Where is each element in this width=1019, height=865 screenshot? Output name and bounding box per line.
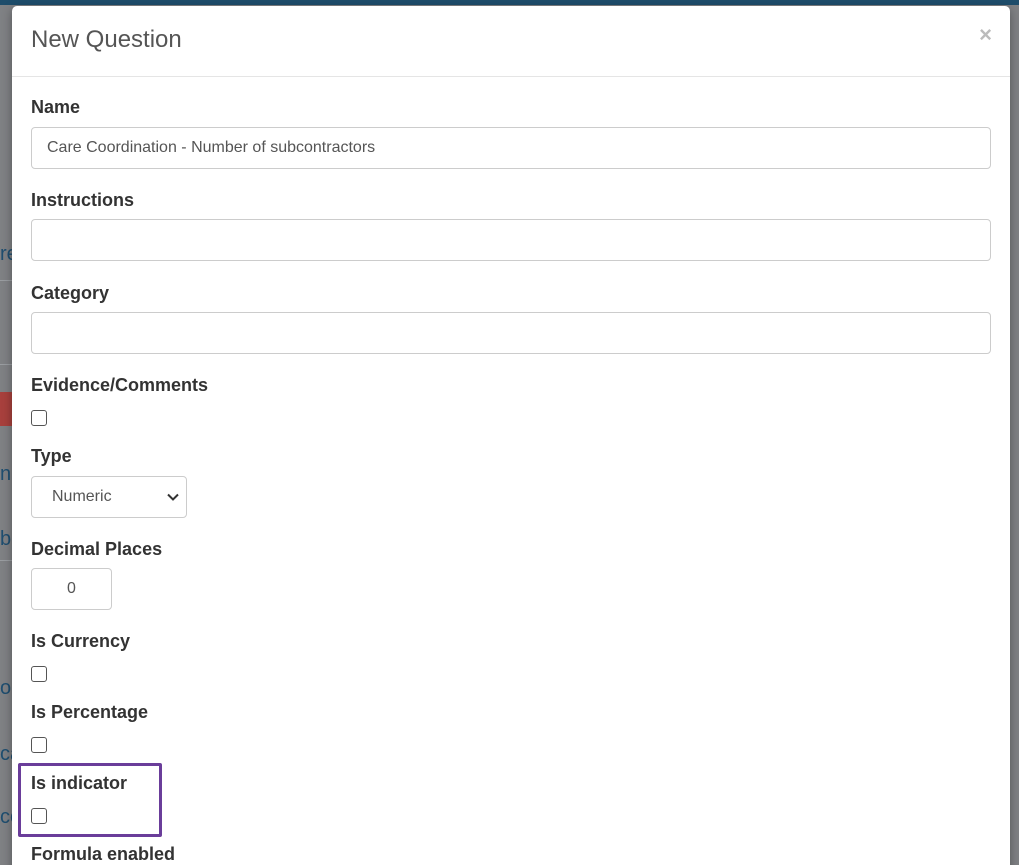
- is-indicator-label: Is indicator: [31, 773, 128, 793]
- background-red-button: [0, 392, 12, 426]
- new-question-modal: New Question × Name Instructions Categor…: [12, 6, 1010, 865]
- type-select-value: Numeric: [52, 488, 112, 505]
- background-divider: [0, 560, 12, 561]
- is-percentage-checkbox[interactable]: [31, 737, 47, 753]
- background-text-fragment: np: [0, 463, 12, 485]
- instructions-input[interactable]: [31, 219, 991, 261]
- close-icon[interactable]: ×: [979, 24, 992, 46]
- formula-enabled-label: Formula enabled: [31, 844, 176, 864]
- is-currency-label: Is Currency: [31, 631, 131, 651]
- background-divider: [0, 280, 12, 281]
- category-label: Category: [31, 283, 110, 303]
- background-text-fragment: re: [0, 243, 12, 265]
- background-text-fragment: ca: [0, 743, 12, 765]
- is-percentage-label: Is Percentage: [31, 702, 149, 722]
- name-input[interactable]: [31, 127, 991, 169]
- decimal-places-input[interactable]: [31, 568, 112, 610]
- background-text-fragment: co: [0, 806, 12, 828]
- app-topbar: [0, 0, 1019, 5]
- background-text-fragment: b: [0, 528, 12, 550]
- type-label: Type: [31, 446, 72, 466]
- category-input[interactable]: [31, 312, 991, 354]
- name-label: Name: [31, 97, 81, 117]
- decimal-places-label: Decimal Places: [31, 539, 163, 559]
- evidence-comments-checkbox[interactable]: [31, 410, 47, 426]
- modal-header: New Question ×: [12, 6, 1010, 77]
- background-text-fragment: or: [0, 677, 12, 699]
- type-select[interactable]: Numeric: [31, 476, 187, 518]
- instructions-label: Instructions: [31, 190, 135, 210]
- modal-title: New Question: [31, 26, 182, 53]
- background-divider: [0, 364, 12, 365]
- evidence-comments-label: Evidence/Comments: [31, 375, 209, 395]
- is-indicator-checkbox[interactable]: [31, 808, 47, 824]
- chevron-down-icon: [167, 493, 179, 501]
- is-currency-checkbox[interactable]: [31, 666, 47, 682]
